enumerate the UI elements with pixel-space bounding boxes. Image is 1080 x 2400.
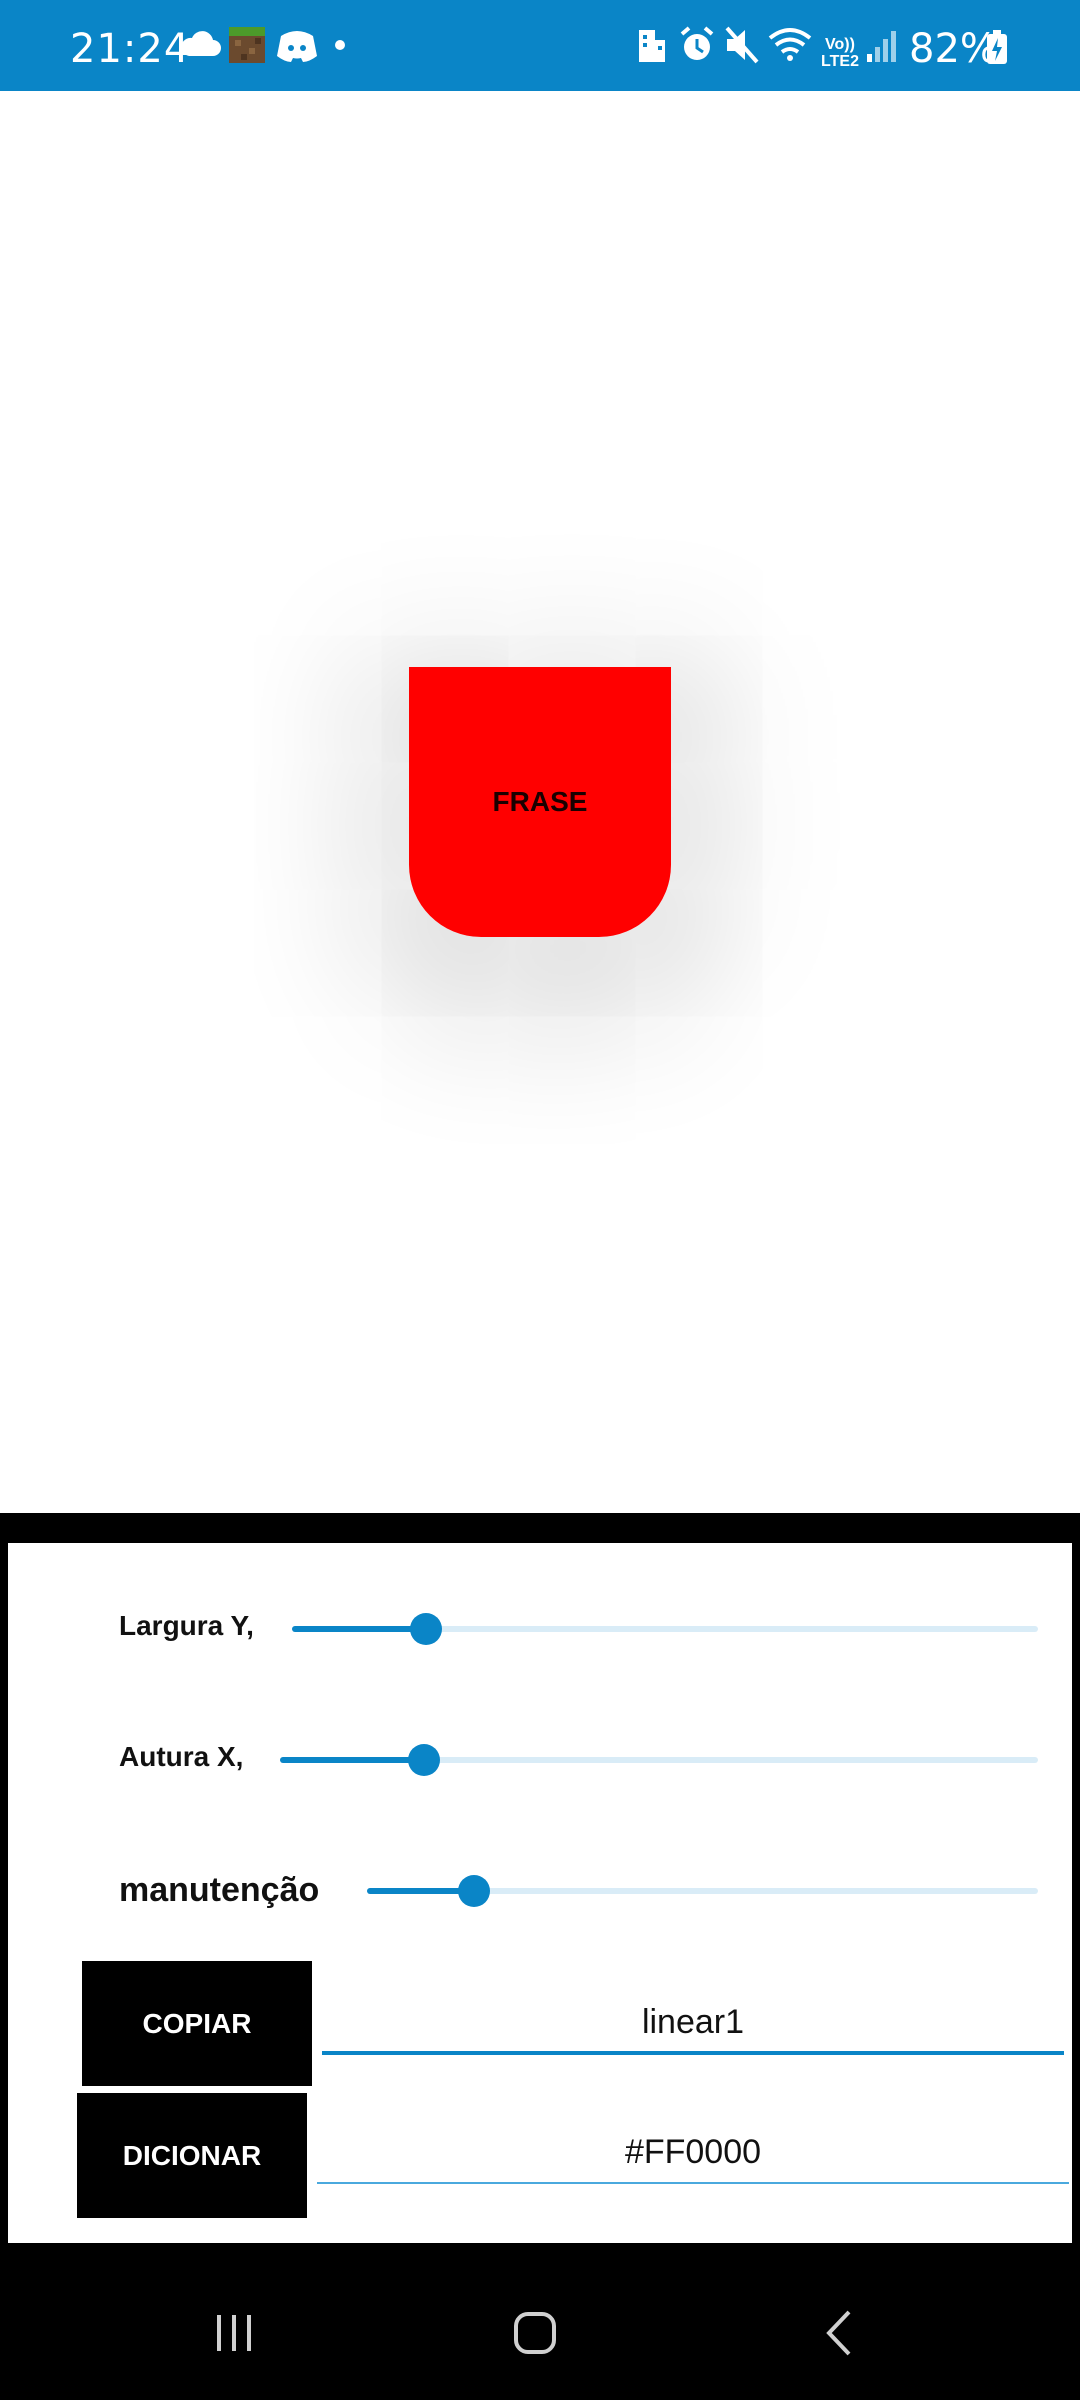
signal-icon	[867, 31, 896, 62]
battery-charging-icon	[987, 30, 1007, 64]
preview-shape[interactable]: FRASE	[409, 667, 671, 937]
dot-icon	[335, 40, 345, 50]
home-icon[interactable]	[500, 2298, 570, 2368]
volte-icon: Vo)) LTE2	[818, 36, 862, 70]
maintenance-slider-label: manutenção	[119, 1871, 320, 1909]
maintenance-slider-thumb[interactable]	[458, 1875, 491, 1907]
navigation-bar	[0, 2258, 1080, 2400]
copy-button[interactable]: COPIAR	[82, 1961, 312, 2086]
minecraft-icon	[229, 27, 265, 63]
width-slider-thumb[interactable]	[410, 1613, 443, 1645]
status-bar: 21:24 Vo)) LTE2 82%	[0, 0, 1080, 91]
cloud-icon	[181, 31, 221, 56]
preview-label: FRASE	[492, 786, 588, 817]
mute-icon	[725, 26, 759, 64]
recents-icon[interactable]	[199, 2298, 269, 2368]
height-slider-label: Autura X,	[119, 1741, 244, 1772]
status-time: 21:24	[70, 26, 191, 72]
building-icon	[639, 30, 665, 62]
wifi-icon	[768, 28, 812, 61]
name-field[interactable]: linear1	[322, 2003, 1064, 2042]
name-field-underline	[322, 2051, 1064, 2055]
width-slider-fill	[292, 1626, 427, 1632]
height-slider-thumb[interactable]	[408, 1744, 441, 1776]
color-field[interactable]: #FF0000	[317, 2133, 1069, 2172]
back-icon[interactable]	[805, 2298, 875, 2368]
alarm-icon	[680, 26, 714, 60]
width-slider[interactable]	[292, 1609, 1038, 1649]
height-slider-fill	[280, 1757, 425, 1763]
discord-icon	[277, 31, 317, 62]
height-slider[interactable]	[280, 1740, 1038, 1780]
width-slider-label: Largura Y,	[119, 1610, 254, 1641]
volte-label: Vo))	[825, 36, 855, 53]
add-button[interactable]: DICIONAR	[77, 2093, 307, 2218]
color-field-underline	[317, 2182, 1069, 2184]
lte-label: LTE2	[821, 53, 859, 70]
maintenance-slider[interactable]	[367, 1871, 1038, 1911]
